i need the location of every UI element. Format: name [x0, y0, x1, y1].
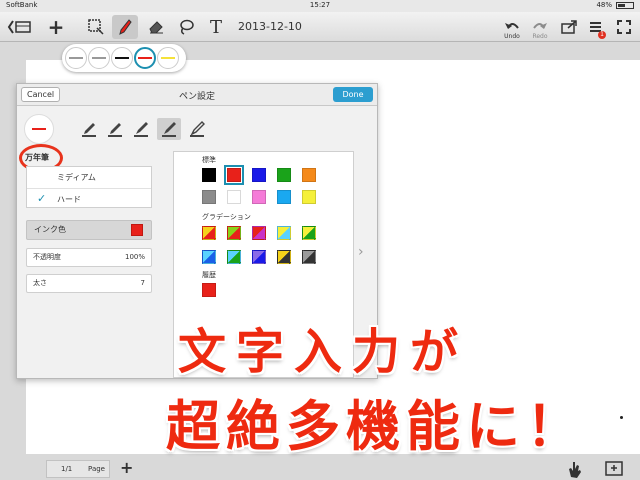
gradient-swatch[interactable] — [227, 250, 241, 264]
color-swatch[interactable] — [224, 165, 244, 185]
pen-type-fountain-icon[interactable] — [157, 118, 181, 140]
gradient-swatch[interactable] — [227, 226, 241, 240]
done-button[interactable]: Done — [333, 87, 373, 102]
thickness-label: 太さ — [33, 279, 47, 287]
opacity-label: 不透明度 — [33, 253, 61, 261]
share-icon[interactable] — [557, 15, 581, 39]
zoom-window-icon[interactable] — [602, 458, 626, 480]
color-swatch[interactable] — [277, 190, 291, 204]
bottom-bar: 1/1 Page + — [46, 458, 640, 480]
overlay-headline-1: 文字入力が — [178, 324, 469, 380]
color-swatch[interactable] — [302, 190, 316, 204]
thickness-value: 7 — [140, 279, 145, 287]
gradient-swatch[interactable] — [202, 226, 216, 240]
pen-preview — [24, 114, 54, 144]
opacity-value: 100% — [124, 253, 145, 261]
chevron-right-icon[interactable]: › — [358, 244, 364, 260]
battery-status: 48% — [596, 1, 634, 9]
gradient-swatch[interactable] — [302, 250, 316, 264]
pen-type-2-icon[interactable] — [103, 118, 127, 140]
color-swatch[interactable] — [252, 190, 266, 204]
redo-label: Redo — [532, 33, 548, 40]
gradient-swatch[interactable] — [277, 226, 291, 240]
thickness-field[interactable]: 太さ 7 — [26, 274, 152, 293]
color-swatch[interactable] — [227, 190, 241, 204]
color-swatch[interactable] — [277, 168, 291, 182]
dialog-title: ペン設定 — [178, 92, 215, 102]
pen-type-label: 万年筆 — [25, 153, 49, 162]
status-bar: SoftBank 15:27 48% — [0, 0, 640, 12]
page-label: Page — [88, 465, 105, 473]
redo-icon[interactable]: Redo — [528, 15, 552, 40]
line-option-3[interactable] — [111, 47, 133, 69]
add-icon[interactable]: + — [44, 15, 68, 39]
pen-type-marker-icon[interactable] — [185, 118, 209, 140]
line-selector — [62, 44, 186, 72]
line-option-5[interactable] — [157, 47, 179, 69]
undo-label: Undo — [504, 33, 520, 40]
option-hard[interactable]: ✓ ハード — [27, 188, 151, 209]
line-option-1[interactable] — [65, 47, 87, 69]
fullscreen-icon[interactable] — [612, 15, 636, 39]
pen-icon[interactable] — [112, 15, 138, 39]
notification-badge: 1 — [598, 31, 606, 39]
lasso-icon[interactable] — [174, 15, 198, 39]
hand-tool-icon[interactable] — [562, 458, 586, 480]
gradient-swatch[interactable] — [302, 226, 316, 240]
text-icon[interactable]: T — [204, 15, 228, 39]
dialog-header: Cancel ペン設定 Done — [17, 84, 377, 106]
add-page-icon[interactable]: + — [120, 458, 133, 477]
gradient-swatch[interactable] — [202, 250, 216, 264]
opacity-field[interactable]: 不透明度 100% — [26, 248, 152, 267]
toolbar: + T 2013-12-10 Undo Redo 1 — [0, 12, 640, 42]
ink-color-label: インク色 — [34, 225, 66, 234]
gradient-swatch[interactable] — [277, 250, 291, 264]
pen-type-3-icon[interactable] — [129, 118, 153, 140]
pen-hardness-list: ミディアム ✓ ハード — [26, 166, 152, 208]
lasso-select-icon[interactable] — [84, 15, 108, 39]
option-medium[interactable]: ミディアム — [27, 167, 151, 188]
page-list-icon[interactable]: 1 — [584, 15, 608, 39]
gradient-swatch[interactable] — [252, 250, 266, 264]
ink-color-row[interactable]: インク色 — [26, 220, 152, 240]
check-icon: ✓ — [37, 192, 47, 205]
standard-label: 標準 — [202, 156, 216, 164]
history-swatch[interactable] — [202, 283, 216, 297]
page-indicator[interactable]: 1/1 Page — [46, 460, 110, 478]
pen-type-1-icon[interactable] — [77, 118, 101, 140]
line-option-2[interactable] — [88, 47, 110, 69]
undo-icon[interactable]: Undo — [500, 15, 524, 40]
line-option-4[interactable] — [134, 47, 156, 69]
ink-dot — [620, 416, 623, 419]
eraser-icon[interactable] — [144, 15, 168, 39]
battery-icon — [616, 1, 634, 9]
color-swatch[interactable] — [202, 168, 216, 182]
gradient-swatch[interactable] — [252, 226, 266, 240]
color-swatch[interactable] — [302, 168, 316, 182]
color-swatch[interactable] — [252, 168, 266, 182]
battery-percent: 48% — [596, 1, 612, 9]
page-number: 1/1 — [61, 465, 73, 473]
option-medium-label: ミディアム — [57, 173, 96, 182]
clock: 15:27 — [309, 1, 331, 9]
overlay-headline-2: 超絶多機能に！ — [166, 395, 586, 458]
back-notebook-icon[interactable] — [6, 15, 34, 39]
gradation-label: グラデーション — [202, 213, 251, 221]
document-date: 2013-12-10 — [238, 20, 302, 33]
history-label: 履歴 — [202, 271, 216, 279]
option-hard-label: ハード — [57, 194, 81, 204]
ink-color-swatch — [131, 224, 143, 236]
color-swatch[interactable] — [202, 190, 216, 204]
